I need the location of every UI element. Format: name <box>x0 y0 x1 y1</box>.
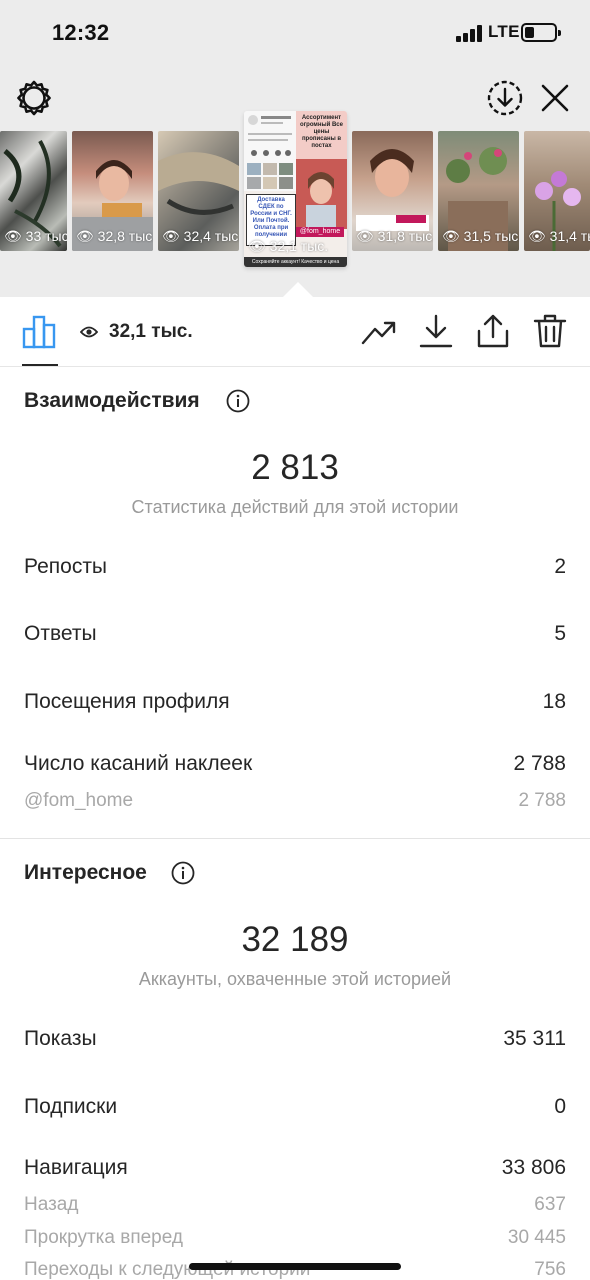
section-divider <box>0 838 590 839</box>
network-label: LTE <box>488 22 520 41</box>
impressions-value: 35 311 <box>503 1027 566 1050</box>
info-icon[interactable] <box>226 389 250 413</box>
reposts-label: Репосты <box>24 555 108 578</box>
info-icon[interactable] <box>171 861 195 885</box>
status-time: 12:32 <box>52 20 110 45</box>
discovery-subtitle: Аккаунты, охваченные этой историей <box>138 969 452 989</box>
share-icon[interactable] <box>475 313 511 349</box>
thumbnail-views: 👁 31,5 тыс. <box>442 228 519 244</box>
back-value: 637 <box>534 1194 566 1215</box>
trash-icon[interactable] <box>532 313 568 349</box>
interactions-total: 2 813 <box>251 448 339 487</box>
story-thumbnail[interactable]: 👁 31,8 тыс. <box>352 131 433 251</box>
selected-pointer <box>283 282 313 297</box>
story-thumbnail[interactable]: 👁 32,8 тыс. <box>72 131 153 251</box>
follows-value: 0 <box>554 1095 566 1118</box>
active-tab-underline <box>22 364 58 366</box>
navigation-label: Навигация <box>24 1156 128 1179</box>
interactions-subtitle: Статистика действий для этой истории <box>131 497 459 517</box>
sticker-taps-value: 2 788 <box>513 752 566 775</box>
profile-preview-image <box>244 111 296 191</box>
replies-value: 5 <box>554 622 566 645</box>
toolbar-views-count: 32,1 тыс. <box>109 321 193 342</box>
download-circle-icon[interactable] <box>486 79 524 117</box>
person-image <box>296 159 347 229</box>
next-story-value: 756 <box>534 1259 566 1280</box>
story-thumbnail[interactable]: 👁 32,4 тыс. <box>158 131 239 251</box>
overlay-title: Ассортимент огромный Все цены прописаны … <box>296 111 347 159</box>
forward-label: Прокрутка вперед <box>24 1227 183 1248</box>
overlay-sticker: @fom_home <box>296 227 344 237</box>
download-icon[interactable] <box>418 313 454 349</box>
sticker-account-value: 2 788 <box>518 790 566 811</box>
signal-icon <box>456 24 484 42</box>
discovery-total: 32 189 <box>241 920 349 959</box>
thumbnail-views: 👁 33 тыс. <box>4 228 67 244</box>
status-bar: 12:32 LTE <box>0 0 590 66</box>
thumbnail-views: 👁 32,8 тыс. <box>76 228 153 244</box>
close-icon[interactable] <box>538 81 572 115</box>
story-header: 12:32 LTE 👁 33 тыс 👁 32,8 тыс. 👁 32,4 ты… <box>0 0 590 297</box>
gear-icon[interactable] <box>14 78 54 118</box>
thumbnail-views: 👁 32,4 тыс. <box>162 228 239 244</box>
thumbnail-views: 👁 32,1 тыс. <box>248 238 329 254</box>
home-indicator[interactable] <box>189 1263 401 1270</box>
story-thumbnail[interactable]: 👁 33 тыс. <box>0 131 67 251</box>
battery-icon <box>521 23 561 42</box>
thumbnail-views: 👁 31,8 тыс. <box>356 228 433 244</box>
replies-label: Ответы <box>24 622 97 645</box>
impressions-label: Показы <box>24 1027 97 1050</box>
profile-visits-value: 18 <box>542 690 566 713</box>
follows-label: Подписки <box>24 1095 118 1118</box>
forward-value: 30 445 <box>507 1227 566 1248</box>
profile-visits-label: Посещения профиля <box>24 690 230 713</box>
interactions-title: Взаимодействия <box>24 389 200 412</box>
insights-toolbar: 32,1 тыс. <box>0 297 590 367</box>
story-strip[interactable]: 👁 33 тыс. 👁 32,8 тыс. 👁 32,4 тыс. <box>0 111 590 271</box>
thumbnail-views: 👁 31,4 тыс. <box>528 228 590 244</box>
sticker-taps-label: Число касаний наклеек <box>24 752 253 775</box>
back-label: Назад <box>24 1194 79 1215</box>
navigation-value: 33 806 <box>501 1156 566 1179</box>
story-thumbnail-selected[interactable]: Ассортимент огромный Все цены прописаны … <box>244 111 347 267</box>
eye-icon <box>80 326 98 338</box>
discovery-title: Интересное <box>24 861 147 884</box>
trending-icon[interactable] <box>361 313 397 349</box>
overlay-footer: Сохраняйте аккаунт! Качество и цена <box>244 257 347 267</box>
story-thumbnail[interactable]: 👁 31,5 тыс. <box>438 131 519 251</box>
reposts-value: 2 <box>554 555 566 578</box>
story-thumbnail[interactable]: 👁 31,4 тыс. <box>524 131 590 251</box>
bar-chart-icon[interactable] <box>22 313 58 349</box>
sticker-account-label: @fom_home <box>24 790 134 811</box>
